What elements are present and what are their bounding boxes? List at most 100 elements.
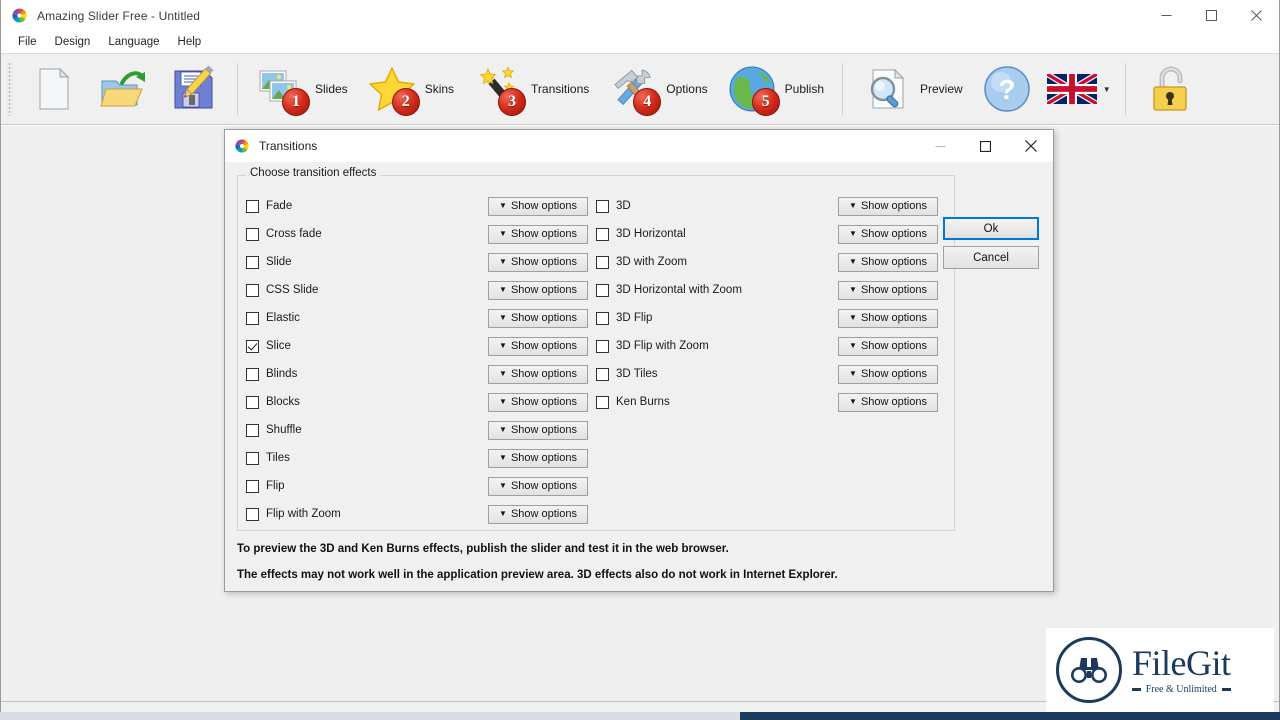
effect-checkbox-slide[interactable]: Slide [246,255,488,269]
checkbox-indicator[interactable] [596,227,609,241]
ok-button[interactable]: Ok [943,217,1039,240]
show-options-button[interactable]: ▼ Show options [838,392,938,412]
toolbar-grip[interactable] [7,62,12,116]
cancel-button[interactable]: Cancel [943,246,1039,269]
effect-row: Slice ▼ Show options [246,332,598,360]
show-options-button[interactable]: ▼ Show options [838,336,938,356]
effect-checkbox-ken-burns[interactable]: Ken Burns [596,395,838,409]
toolbar-new-button[interactable] [18,58,88,120]
show-options-button[interactable]: ▼ Show options [488,252,588,272]
effect-checkbox-flip[interactable]: Flip [246,479,488,493]
checkbox-indicator[interactable] [596,255,609,269]
toolbar-options-button[interactable]: 4 Options [598,58,716,120]
effect-checkbox-3d-horizontal-with-zoom[interactable]: 3D Horizontal with Zoom [596,283,838,297]
checkbox-indicator[interactable] [596,311,609,325]
effect-row: Tiles ▼ Show options [246,444,598,472]
uk-flag-icon [1045,71,1099,107]
effect-label: Ken Burns [616,396,670,408]
tagline-rule-left [1132,688,1141,691]
checkbox-indicator[interactable] [596,339,609,353]
checkbox-indicator[interactable] [596,283,609,297]
show-options-button[interactable]: ▼ Show options [488,336,588,356]
checkbox-indicator[interactable] [246,423,259,437]
checkbox-indicator[interactable] [246,451,259,465]
effect-checkbox-3d-flip-with-zoom[interactable]: 3D Flip with Zoom [596,339,838,353]
checkbox-indicator[interactable] [596,199,609,213]
watermark-brand: FileGit [1132,643,1231,683]
show-options-button[interactable]: ▼ Show options [488,364,588,384]
effect-checkbox-3d-flip[interactable]: 3D Flip [596,311,838,325]
effect-row: Blocks ▼ Show options [246,388,598,416]
checkbox-indicator[interactable] [596,395,609,409]
show-options-button[interactable]: ▼ Show options [838,308,938,328]
show-options-button[interactable]: ▼ Show options [838,224,938,244]
toolbar-language-button[interactable]: ▼ [1042,58,1116,120]
minimize-icon[interactable] [1144,0,1189,31]
close-icon[interactable] [1234,0,1279,31]
show-options-button[interactable]: ▼ Show options [488,476,588,496]
window-controls [1144,0,1279,31]
show-options-button[interactable]: ▼ Show options [838,196,938,216]
toolbar-save-button[interactable] [158,58,228,120]
effect-checkbox-3d[interactable]: 3D [596,199,838,213]
effect-label: 3D Horizontal with Zoom [616,284,742,296]
checkbox-indicator[interactable] [246,311,259,325]
dialog-minimize-icon[interactable] [918,130,963,162]
effect-checkbox-cross-fade[interactable]: Cross fade [246,227,488,241]
effect-checkbox-3d-horizontal[interactable]: 3D Horizontal [596,227,838,241]
menu-help[interactable]: Help [169,34,211,50]
checkbox-indicator[interactable] [246,507,259,521]
maximize-icon[interactable] [1189,0,1234,31]
toolbar-slides-button[interactable]: 1 Slides [247,58,357,120]
show-options-button[interactable]: ▼ Show options [488,504,588,524]
show-options-button[interactable]: ▼ Show options [838,280,938,300]
checkbox-indicator[interactable] [246,367,259,381]
toolbar-skins-button[interactable]: 2 Skins [357,58,463,120]
toolbar-open-button[interactable] [88,58,158,120]
checkbox-indicator[interactable] [246,199,259,213]
checkbox-indicator[interactable] [246,395,259,409]
effect-checkbox-flip-with-zoom[interactable]: Flip with Zoom [246,507,488,521]
effect-checkbox-blocks[interactable]: Blocks [246,395,488,409]
caret-down-icon: ▼ [499,341,507,350]
caret-down-icon: ▼ [849,397,857,406]
effect-checkbox-shuffle[interactable]: Shuffle [246,423,488,437]
effect-checkbox-3d-tiles[interactable]: 3D Tiles [596,367,838,381]
chevron-down-icon[interactable]: ▼ [1103,85,1111,94]
show-options-button[interactable]: ▼ Show options [488,420,588,440]
toolbar-transitions-button[interactable]: 3 Transitions [463,58,598,120]
show-options-button[interactable]: ▼ Show options [838,364,938,384]
show-options-button[interactable]: ▼ Show options [488,308,588,328]
show-options-button[interactable]: ▼ Show options [488,280,588,300]
effect-checkbox-slice[interactable]: Slice [246,339,488,353]
checkbox-indicator[interactable] [246,283,259,297]
effect-checkbox-3d-with-zoom[interactable]: 3D with Zoom [596,255,838,269]
checkbox-indicator[interactable] [246,255,259,269]
dialog-body: Choose transition effects Fade ▼ Show opti… [225,162,1053,591]
show-options-button[interactable]: ▼ Show options [488,392,588,412]
checkbox-indicator[interactable] [246,479,259,493]
show-options-button[interactable]: ▼ Show options [488,224,588,244]
checkbox-indicator[interactable] [596,367,609,381]
effect-checkbox-tiles[interactable]: Tiles [246,451,488,465]
show-options-button[interactable]: ▼ Show options [488,196,588,216]
effect-checkbox-css-slide[interactable]: CSS Slide [246,283,488,297]
toolbar-publish-button[interactable]: 5 Publish [717,58,833,120]
dialog-close-icon[interactable] [1008,130,1053,162]
checkbox-indicator[interactable] [246,339,259,353]
caret-down-icon: ▼ [849,229,857,238]
show-options-button[interactable]: ▼ Show options [838,252,938,272]
dialog-maximize-icon[interactable] [963,130,1008,162]
effect-checkbox-fade[interactable]: Fade [246,199,488,213]
toolbar-unlock-button[interactable] [1135,58,1205,120]
effect-checkbox-blinds[interactable]: Blinds [246,367,488,381]
toolbar-publish-label: Publish [784,82,824,96]
menu-file[interactable]: File [9,34,46,50]
show-options-button[interactable]: ▼ Show options [488,448,588,468]
menu-design[interactable]: Design [46,34,100,50]
effect-checkbox-elastic[interactable]: Elastic [246,311,488,325]
checkbox-indicator[interactable] [246,227,259,241]
toolbar-preview-button[interactable]: Preview [852,58,972,120]
menu-language[interactable]: Language [99,34,168,50]
toolbar-help-button[interactable]: ? [972,58,1042,120]
